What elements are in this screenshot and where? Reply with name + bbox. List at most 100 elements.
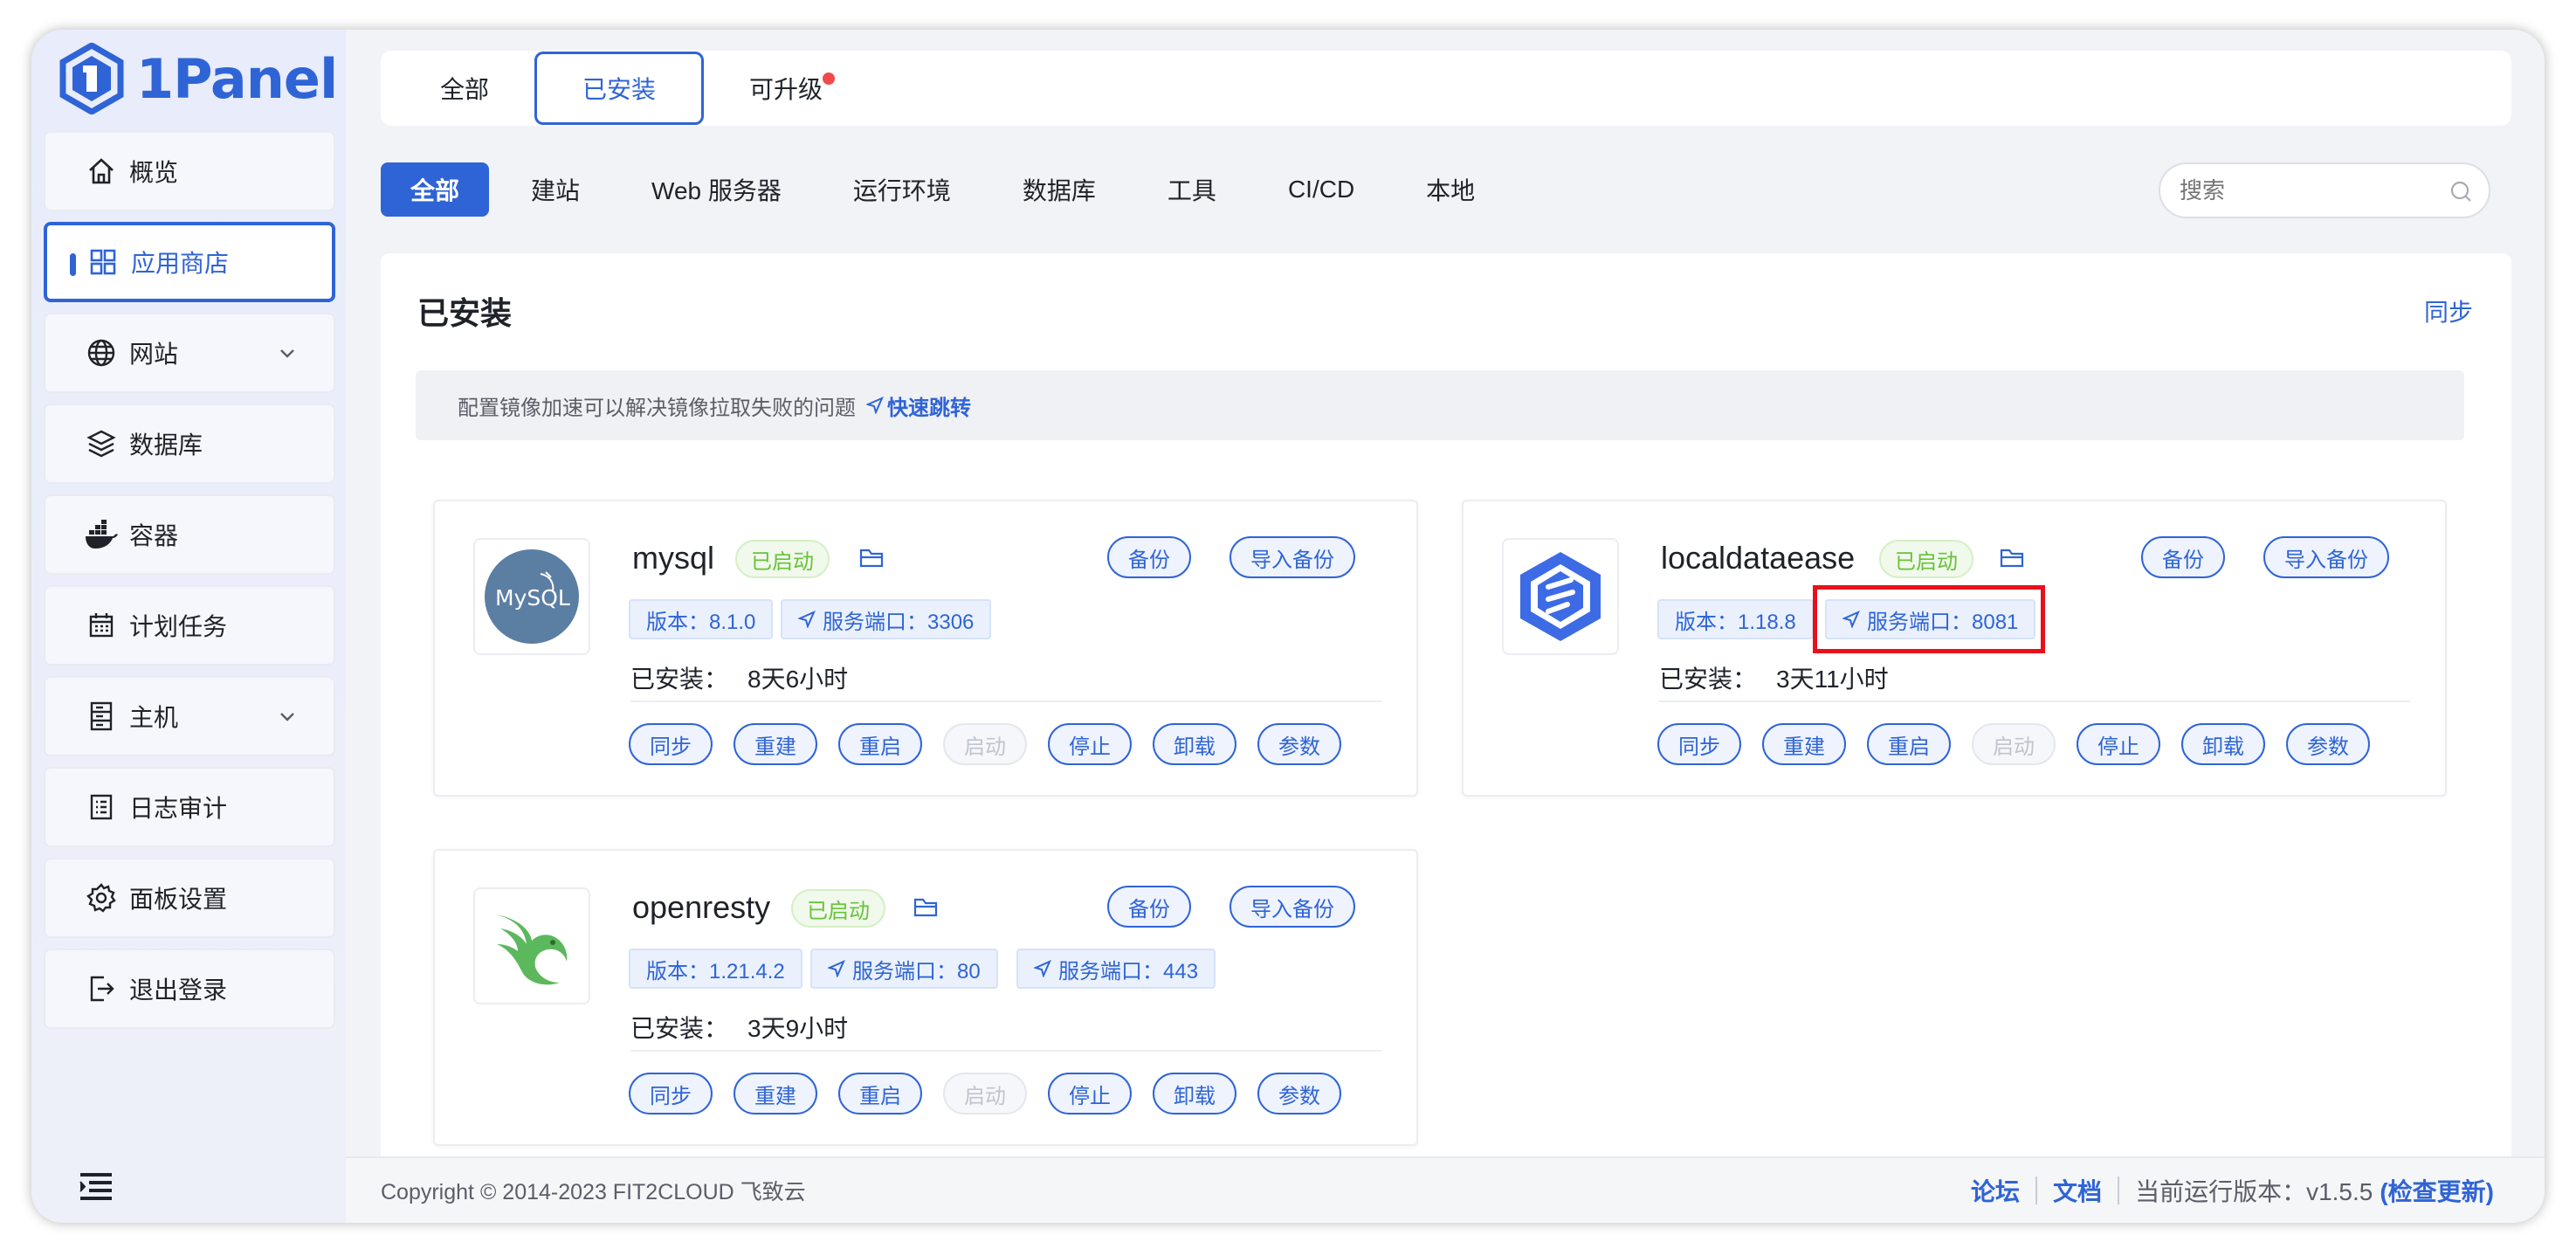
installed-time: 已安装： 3天9小时 xyxy=(630,1010,848,1045)
start-button[interactable]: 启动 xyxy=(943,1073,1027,1115)
tab-label: 全部 xyxy=(440,76,490,103)
rebuild-button[interactable]: 重建 xyxy=(734,723,817,765)
installed-label: 已安装： xyxy=(630,666,729,693)
stop-button[interactable]: 停止 xyxy=(1048,723,1132,765)
sync-button[interactable]: 同步 xyxy=(629,1073,713,1115)
backup-button[interactable]: 备份 xyxy=(1107,536,1191,578)
tab-label: 可升级 xyxy=(749,76,823,103)
status-badge: 已启动 xyxy=(1879,540,1973,578)
layers-icon xyxy=(84,426,119,461)
restart-button[interactable]: 重启 xyxy=(838,1073,922,1115)
filter-local[interactable]: 本地 xyxy=(1396,162,1505,217)
restart-button[interactable]: 重启 xyxy=(838,723,922,765)
sidebar-item-database[interactable]: 数据库 xyxy=(44,404,335,484)
folder-icon[interactable] xyxy=(859,547,884,569)
sidebar-item-host[interactable]: 主机 xyxy=(44,676,335,756)
check-update-link[interactable]: (检查更新) xyxy=(2380,1173,2494,1208)
filter-cicd[interactable]: CI/CD xyxy=(1258,162,1384,217)
sidebar-item-container[interactable]: 容器 xyxy=(44,494,335,575)
send-icon xyxy=(828,960,845,977)
filter-database[interactable]: 数据库 xyxy=(993,162,1126,217)
import-backup-button[interactable]: 导入备份 xyxy=(1229,536,1355,578)
tab-label: 已安装 xyxy=(582,76,657,103)
uninstall-button[interactable]: 卸载 xyxy=(1153,723,1236,765)
highlight-box xyxy=(1813,585,2045,653)
calendar-icon xyxy=(84,608,119,643)
filter-website[interactable]: 建站 xyxy=(501,162,610,217)
params-button[interactable]: 参数 xyxy=(1257,1073,1341,1115)
sidebar-item-overview[interactable]: 概览 xyxy=(44,131,335,211)
home-icon xyxy=(84,154,119,189)
installed-duration: 3天9小时 xyxy=(747,1015,849,1042)
forum-link[interactable]: 论坛 xyxy=(1971,1173,2020,1208)
start-button[interactable]: 启动 xyxy=(943,723,1027,765)
app-name: localdataease xyxy=(1661,540,1856,576)
brand-logo[interactable]: 1Panel xyxy=(59,37,338,121)
mysql-logo-icon: MySQL xyxy=(485,549,579,644)
uninstall-button[interactable]: 卸载 xyxy=(1153,1073,1236,1115)
folder-icon[interactable] xyxy=(2000,547,2024,569)
folder-icon[interactable] xyxy=(913,896,938,919)
stop-button[interactable]: 停止 xyxy=(1048,1073,1132,1115)
app-card-localdataease: localdataease 已启动 备份 导入备份 版本：1.18.8 服务端口… xyxy=(1462,500,2447,797)
filter-runtime[interactable]: 运行环境 xyxy=(823,162,981,217)
sidebar-item-website[interactable]: 网站 xyxy=(44,313,335,393)
log-icon xyxy=(84,790,119,825)
sidebar-item-label: 面板设置 xyxy=(129,886,228,913)
dataease-logo-icon xyxy=(1520,552,1601,641)
backup-button[interactable]: 备份 xyxy=(2141,536,2225,578)
port-tag[interactable]: 服务端口：3306 xyxy=(781,599,992,639)
tab-upgradable[interactable]: 可升级 xyxy=(704,52,868,125)
collapse-sidebar-icon[interactable] xyxy=(79,1171,114,1205)
port-tag[interactable]: 服务端口：80 xyxy=(810,949,998,989)
sidebar-item-label: 数据库 xyxy=(129,431,203,459)
quick-jump-link[interactable]: 快速跳转 xyxy=(866,390,971,421)
sidebar-item-logout[interactable]: 退出登录 xyxy=(44,949,335,1029)
sync-button[interactable]: 同步 xyxy=(629,723,713,765)
port-tag[interactable]: 服务端口：443 xyxy=(1016,949,1216,989)
filter-all[interactable]: 全部 xyxy=(381,162,490,217)
sidebar-item-panel-settings[interactable]: 面板设置 xyxy=(44,858,335,938)
import-backup-button[interactable]: 导入备份 xyxy=(2263,536,2389,578)
sync-button[interactable]: 同步 xyxy=(1657,723,1741,765)
search-icon[interactable] xyxy=(2449,179,2473,204)
filter-web-server[interactable]: Web 服务器 xyxy=(622,162,811,217)
version-tag: 版本：1.21.4.2 xyxy=(629,949,802,989)
params-button[interactable]: 参数 xyxy=(1257,723,1341,765)
stop-button[interactable]: 停止 xyxy=(2077,723,2160,765)
svg-text:MySQL: MySQL xyxy=(495,585,570,611)
tab-installed[interactable]: 已安装 xyxy=(534,52,705,125)
sidebar-item-app-store[interactable]: 应用商店 xyxy=(44,222,335,302)
active-indicator xyxy=(70,253,76,276)
sidebar-item-log-audit[interactable]: 日志审计 xyxy=(44,767,335,847)
rebuild-button[interactable]: 重建 xyxy=(734,1073,817,1115)
sidebar-item-cron[interactable]: 计划任务 xyxy=(44,585,335,666)
docs-link[interactable]: 文档 xyxy=(2053,1173,2102,1208)
sidebar-item-label: 主机 xyxy=(129,704,179,731)
openresty-logo-icon xyxy=(495,914,568,985)
restart-button[interactable]: 重启 xyxy=(1867,723,1951,765)
uninstall-button[interactable]: 卸载 xyxy=(2181,723,2265,765)
filter-tools[interactable]: 工具 xyxy=(1138,162,1246,217)
app-logo xyxy=(473,887,590,1004)
rebuild-button[interactable]: 重建 xyxy=(1762,723,1846,765)
top-tabs: 全部 已安装 可升级 xyxy=(381,51,2511,126)
sync-link[interactable]: 同步 xyxy=(2424,293,2473,328)
tab-all[interactable]: 全部 xyxy=(395,52,534,125)
import-backup-button[interactable]: 导入备份 xyxy=(1229,886,1355,928)
start-button[interactable]: 启动 xyxy=(1972,723,2056,765)
globe-icon xyxy=(84,335,119,370)
app-card-openresty: openresty 已启动 备份 导入备份 版本：1.21.4.2 服务端口：8… xyxy=(433,849,1418,1146)
installed-label: 已安装： xyxy=(1659,666,1758,693)
installed-duration: 3天11小时 xyxy=(1776,666,1889,693)
docker-icon xyxy=(84,517,119,552)
search-input[interactable] xyxy=(2180,176,2442,204)
divider xyxy=(630,700,1381,702)
installed-duration: 8天6小时 xyxy=(747,666,849,693)
divider xyxy=(630,1050,1381,1052)
params-button[interactable]: 参数 xyxy=(2286,723,2370,765)
app-name: mysql xyxy=(632,540,715,576)
backup-button[interactable]: 备份 xyxy=(1107,886,1191,928)
mirror-notice: 配置镜像加速可以解决镜像拉取失败的问题 快速跳转 xyxy=(416,370,2464,440)
sidebar-item-label: 应用商店 xyxy=(131,250,230,277)
